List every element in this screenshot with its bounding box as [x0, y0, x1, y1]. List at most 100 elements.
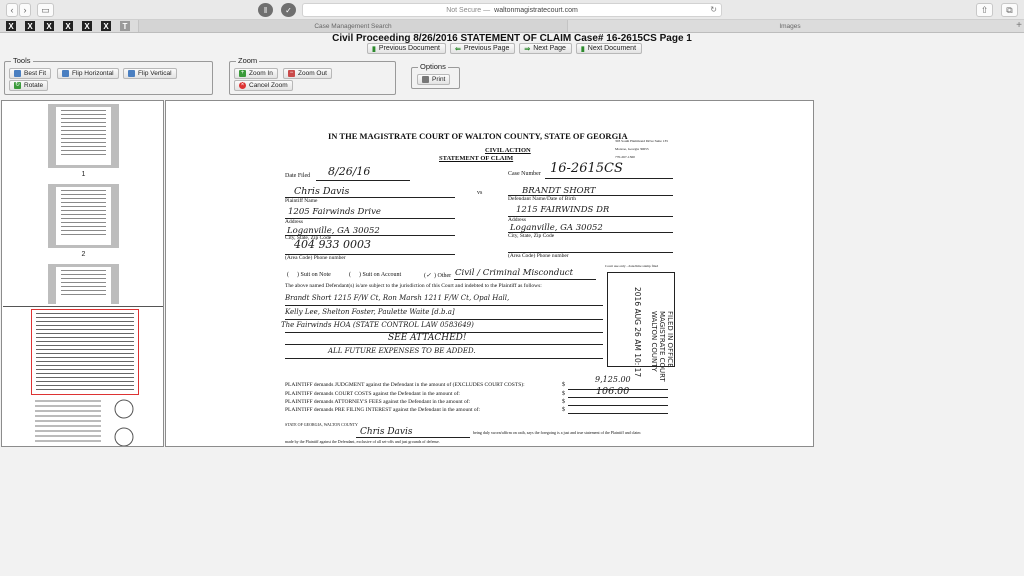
zoom-group: Zoom + Zoom In − Zoom Out × Cancel Zoom: [229, 56, 396, 95]
zoom-out-button[interactable]: − Zoom Out: [283, 68, 332, 79]
case-number-value: 16-2615CS: [550, 161, 623, 176]
reload-icon[interactable]: ↻: [710, 5, 717, 14]
defendant-name-label: Defendant Name/Date of Birth: [508, 196, 576, 202]
signature-name: Chris Davis: [360, 427, 413, 437]
share-icon[interactable]: ⇧: [976, 3, 993, 17]
previous-document-button[interactable]: ▮ Previous Document: [367, 43, 446, 54]
tabs-overview-icon[interactable]: ⧉: [1001, 3, 1018, 17]
case-number-label: Case Number: [508, 171, 541, 177]
thumbnail-page-3[interactable]: [48, 264, 119, 305]
thumbnail-panel[interactable]: 1 2: [1, 100, 164, 447]
claim-rule: [285, 319, 603, 320]
plaintiff-phone-label: (Area Code) Phone number: [285, 255, 346, 261]
zoom-in-button[interactable]: + Zoom In: [234, 68, 278, 79]
next-document-button[interactable]: ▮ Next Document: [575, 43, 643, 54]
court-use-label: Court use only - date/time stamp filed: [605, 264, 659, 268]
flip-vertical-button[interactable]: Flip Vertical: [123, 68, 177, 79]
best-fit-button[interactable]: Best Fit: [9, 68, 52, 79]
amount-line: [568, 413, 668, 414]
previous-document-icon: ▮: [372, 45, 376, 53]
demand-attorney-fees: PLAINTIFF demands ATTORNEY'S FEES agains…: [285, 399, 471, 405]
stamp-line: FILED IN OFFICE: [666, 311, 674, 368]
document-viewer[interactable]: IN THE MAGISTRATE COURT OF WALTON COUNTY…: [165, 100, 814, 447]
best-fit-icon: [14, 70, 21, 77]
civil-action-heading: CIVIL ACTION: [485, 147, 531, 154]
print-button[interactable]: Print: [417, 74, 451, 85]
defendant-address-value: 1215 FAIRWINDS DR: [516, 205, 610, 215]
claim-line: Kelly Lee, Shelton Foster, Paulette Wait…: [285, 308, 455, 316]
favorite-icon[interactable]: X: [82, 21, 92, 31]
case-number-line: [545, 178, 673, 179]
tools-group: Tools Best Fit Flip Horizontal Flip Vert…: [4, 56, 213, 95]
best-fit-label: Best Fit: [24, 70, 47, 77]
cancel-zoom-label: Cancel Zoom: [249, 82, 288, 89]
amount-line: [568, 397, 668, 398]
defendant-address-line: [508, 216, 673, 217]
back-icon[interactable]: ‹: [6, 3, 18, 17]
other-label: Other: [437, 273, 452, 279]
rotate-label: Rotate: [24, 82, 44, 89]
next-page-label: Next Page: [533, 45, 566, 52]
print-label: Print: [432, 76, 446, 83]
previous-document-label: Previous Document: [378, 45, 440, 52]
address-bar[interactable]: Not Secure — waltonmagistratecourt.com ↻: [302, 3, 722, 17]
favorite-icon[interactable]: X: [63, 21, 73, 31]
favorite-icon[interactable]: X: [44, 21, 54, 31]
tab-images[interactable]: Images: [568, 20, 1012, 32]
flip-horizontal-icon: [62, 70, 69, 77]
other-line: [454, 279, 596, 280]
flip-vertical-icon: [128, 70, 135, 77]
favorite-icon[interactable]: X: [101, 21, 111, 31]
thumbnail-selected[interactable]: [3, 306, 163, 446]
options-title: Options: [418, 62, 448, 71]
tab-case-management-search[interactable]: Case Management Search: [138, 20, 568, 32]
signature-line: [356, 437, 470, 438]
amount-line: [568, 405, 668, 406]
next-document-icon: ▮: [580, 45, 585, 53]
flip-horizontal-button[interactable]: Flip Horizontal: [57, 68, 119, 79]
oath-text-continued: made by the Plaintiff against the Defend…: [285, 439, 440, 444]
favorites-bar: X X X X X X T Case Management Search Ima…: [0, 20, 1024, 33]
stamp-line: 2016 AUG 26 AM 10: 17: [633, 287, 642, 378]
claim-rule: [285, 358, 603, 359]
plaintiff-name-value: Chris Davis: [294, 186, 350, 197]
court-heading: IN THE MAGISTRATE COURT OF WALTON COUNTY…: [328, 131, 628, 141]
other-option: (✓) Other: [424, 273, 452, 279]
zoom-in-label: Zoom In: [249, 70, 273, 77]
claim-line: The Fairwinds HOA (STATE CONTROL LAW 058…: [281, 321, 474, 329]
thumbnail-page-1[interactable]: [48, 104, 119, 168]
privacy-icon[interactable]: ǁ: [258, 3, 273, 17]
rotate-button[interactable]: ↻ Rotate: [9, 80, 49, 91]
suit-on-note-option: () Suit on Note: [287, 272, 331, 278]
suit-on-note-label: Suit on Note: [300, 272, 331, 278]
favorite-icon[interactable]: X: [25, 21, 35, 31]
currency-symbol: $: [562, 382, 565, 388]
statement-heading: STATEMENT OF CLAIM: [439, 155, 514, 162]
state-label: STATE OF GEORGIA, WALTON COUNTY: [285, 422, 358, 427]
defendant-phone-label: (Area Code) Phone number: [508, 253, 569, 259]
favorite-icon[interactable]: T: [120, 21, 130, 31]
judgment-amount: 9,125.00: [595, 375, 631, 384]
claim-rule: [285, 344, 603, 345]
cancel-zoom-button[interactable]: × Cancel Zoom: [234, 80, 293, 91]
cancel-icon: ×: [239, 82, 246, 89]
previous-page-button[interactable]: ⇐ Previous Page: [449, 43, 516, 54]
new-tab-icon[interactable]: +: [1016, 20, 1022, 31]
arrow-right-icon: ⇒: [524, 45, 531, 53]
zoom-out-icon: −: [288, 70, 295, 77]
thumbnail-page-2[interactable]: [48, 184, 119, 248]
favorite-icon[interactable]: X: [6, 21, 16, 31]
court-costs-amount: 106.00: [596, 386, 630, 397]
vs-label: vs: [477, 190, 483, 196]
sidebar-icon[interactable]: ▭: [37, 3, 54, 17]
check-icon[interactable]: ✓: [281, 3, 296, 17]
security-label: Not Secure —: [446, 6, 491, 14]
forward-icon[interactable]: ›: [19, 3, 31, 17]
next-page-button[interactable]: ⇒ Next Page: [519, 43, 572, 54]
court-address-line: Monroe, Georgia 30655: [615, 147, 649, 151]
plaintiff-address-label: Address: [285, 219, 304, 225]
currency-symbol: $: [562, 407, 565, 413]
currency-symbol: $: [562, 391, 565, 397]
date-filed-value: 8/26/16: [328, 165, 371, 178]
defendant-city-label: City, State, Zip Code: [508, 233, 555, 239]
